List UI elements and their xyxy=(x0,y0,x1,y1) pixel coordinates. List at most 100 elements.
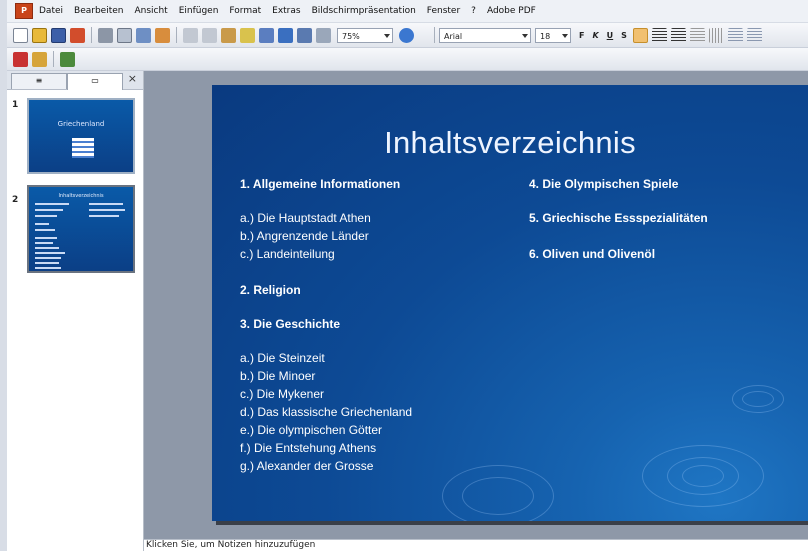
paste-icon[interactable] xyxy=(221,27,236,43)
menu-extras[interactable]: Extras xyxy=(272,6,300,16)
slide-thumbnail-1[interactable]: Griechenland xyxy=(27,98,135,174)
close-icon[interactable]: × xyxy=(128,72,137,85)
notes-placeholder: Klicken Sie, um Notizen hinzuzufügen xyxy=(146,540,316,550)
section-heading: 4. Die Olympischen Spiele xyxy=(529,177,679,191)
section-heading: 1. Allgemeine Informationen xyxy=(240,177,401,191)
pdf-review-icon[interactable] xyxy=(60,51,75,67)
subitem: c.) Landeinteilung xyxy=(240,247,335,261)
app-icon[interactable]: P xyxy=(15,3,33,19)
help-icon[interactable] xyxy=(399,27,414,43)
shadow-button[interactable]: S xyxy=(621,31,627,40)
zoom-dropdown[interactable]: 75% xyxy=(337,27,393,43)
table-icon[interactable] xyxy=(297,27,312,43)
thumbnail-number: 2 xyxy=(12,195,19,205)
section-heading: 6. Oliven und Olivenöl xyxy=(529,247,656,261)
thumbnail-text-line xyxy=(35,267,61,269)
thumbnail-text-line xyxy=(35,242,53,244)
copy-icon[interactable] xyxy=(202,27,217,43)
thumbnail-text-line xyxy=(35,215,57,217)
thumbnail-title: Griechenland xyxy=(57,120,105,128)
thumbnail-text-line xyxy=(89,203,123,205)
columns-icon[interactable] xyxy=(708,27,724,43)
standard-toolbar: 75% Arial 18 F K U S xyxy=(7,23,808,48)
print-preview-icon[interactable] xyxy=(117,27,132,43)
thumbnail-text-line xyxy=(35,203,69,205)
menu-help[interactable]: ? xyxy=(471,6,476,16)
spelling-icon[interactable] xyxy=(136,27,151,43)
slide-workspace: Inhaltsverzeichnis 1. Allgemeine Informa… xyxy=(144,71,808,539)
menu-bearbeiten[interactable]: Bearbeiten xyxy=(74,6,123,16)
toolbar-separator xyxy=(176,27,177,43)
toolbar-separator xyxy=(434,27,435,43)
numbering-icon[interactable] xyxy=(727,27,743,43)
format-painter-icon[interactable] xyxy=(240,27,255,43)
thumbnail-text-line xyxy=(35,229,55,231)
toolbar-separator xyxy=(53,51,54,67)
subitem: e.) Die olympischen Götter xyxy=(240,423,383,437)
slide-thumbnail-2[interactable]: Inhaltsverzeichnis xyxy=(27,185,135,273)
thumbnail-text-line xyxy=(89,209,125,211)
chevron-down-icon xyxy=(384,33,390,38)
subitem: f.) Die Entstehung Athens xyxy=(240,441,377,455)
font-size-dropdown[interactable]: 18 xyxy=(535,27,571,43)
section-heading: 2. Religion xyxy=(240,283,301,297)
menu-fenster[interactable]: Fenster xyxy=(427,6,460,16)
slides-pane: ≡ ▭ × 1 Griechenland 2 Inhaltsverzeichni… xyxy=(7,71,144,551)
thumbnail-text-line xyxy=(35,257,61,259)
menu-ansicht[interactable]: Ansicht xyxy=(134,6,167,16)
underline-button[interactable]: U xyxy=(607,31,614,40)
thumbnail-text-line xyxy=(35,223,49,225)
font-value: Arial xyxy=(444,31,463,41)
thumbnail-text-line xyxy=(35,262,59,264)
subitem: a.) Die Steinzeit xyxy=(240,351,325,365)
bold-button[interactable]: F xyxy=(579,31,584,40)
thumbnail-text-line xyxy=(35,237,57,239)
open-folder-icon[interactable] xyxy=(32,27,47,43)
left-column: 1. Allgemeine Informationen a.) Die Haup… xyxy=(240,85,540,521)
tab-outline[interactable]: ≡ xyxy=(11,73,67,89)
font-dropdown[interactable]: Arial xyxy=(439,27,531,43)
print-icon[interactable] xyxy=(98,27,113,43)
menu-adobe-pdf[interactable]: Adobe PDF xyxy=(487,6,536,16)
grid-icon[interactable] xyxy=(316,27,331,43)
italic-button[interactable]: K xyxy=(592,31,598,40)
save-icon[interactable] xyxy=(51,27,66,43)
convert-to-pdf-icon[interactable] xyxy=(13,51,28,67)
justify-icon[interactable] xyxy=(689,27,705,43)
chart-icon[interactable] xyxy=(278,27,293,43)
font-size-value: 18 xyxy=(540,31,551,41)
research-icon[interactable] xyxy=(155,27,170,43)
greek-flag-icon xyxy=(72,138,94,158)
subitem: g.) Alexander der Grosse xyxy=(240,459,374,473)
menu-format[interactable]: Format xyxy=(229,6,261,16)
permission-icon[interactable] xyxy=(70,27,85,43)
notes-pane[interactable]: Klicken Sie, um Notizen hinzuzufügen xyxy=(144,539,808,552)
right-column: 4. Die Olympischen Spiele 5. Griechische… xyxy=(529,85,799,521)
subitem: b.) Angrenzende Länder xyxy=(240,229,369,243)
thumbnail-text-line xyxy=(89,215,119,217)
pane-tabs: ≡ ▭ × xyxy=(7,71,143,90)
align-center-icon[interactable] xyxy=(651,27,667,43)
menu-einfuegen[interactable]: Einfügen xyxy=(179,6,219,16)
thumbnail-text-line xyxy=(35,247,59,249)
menu-bildschirmpraesentation[interactable]: Bildschirmpräsentation xyxy=(312,6,416,16)
pdf-email-icon[interactable] xyxy=(32,51,47,67)
thumbnail-text-line xyxy=(35,252,65,254)
section-heading: 3. Die Geschichte xyxy=(240,317,341,331)
slide-canvas[interactable]: Inhaltsverzeichnis 1. Allgemeine Informa… xyxy=(212,85,808,521)
bullets-icon[interactable] xyxy=(746,27,762,43)
subitem: d.) Das klassische Griechenland xyxy=(240,405,413,419)
menu-datei[interactable]: Datei xyxy=(39,6,63,16)
undo-icon[interactable] xyxy=(259,27,274,43)
align-right-icon[interactable] xyxy=(670,27,686,43)
chevron-down-icon xyxy=(522,33,528,38)
subitem: b.) Die Minoer xyxy=(240,369,316,383)
align-left-icon[interactable] xyxy=(632,27,648,43)
section-heading: 5. Griechische Essspezialitäten xyxy=(529,211,708,225)
toolbar-separator xyxy=(91,27,92,43)
thumbnail-number: 1 xyxy=(12,100,19,110)
tab-slides[interactable]: ▭ xyxy=(67,73,123,90)
cut-icon[interactable] xyxy=(183,27,198,43)
thumbnail-title: Inhaltsverzeichnis xyxy=(58,193,104,199)
new-icon[interactable] xyxy=(13,27,28,43)
